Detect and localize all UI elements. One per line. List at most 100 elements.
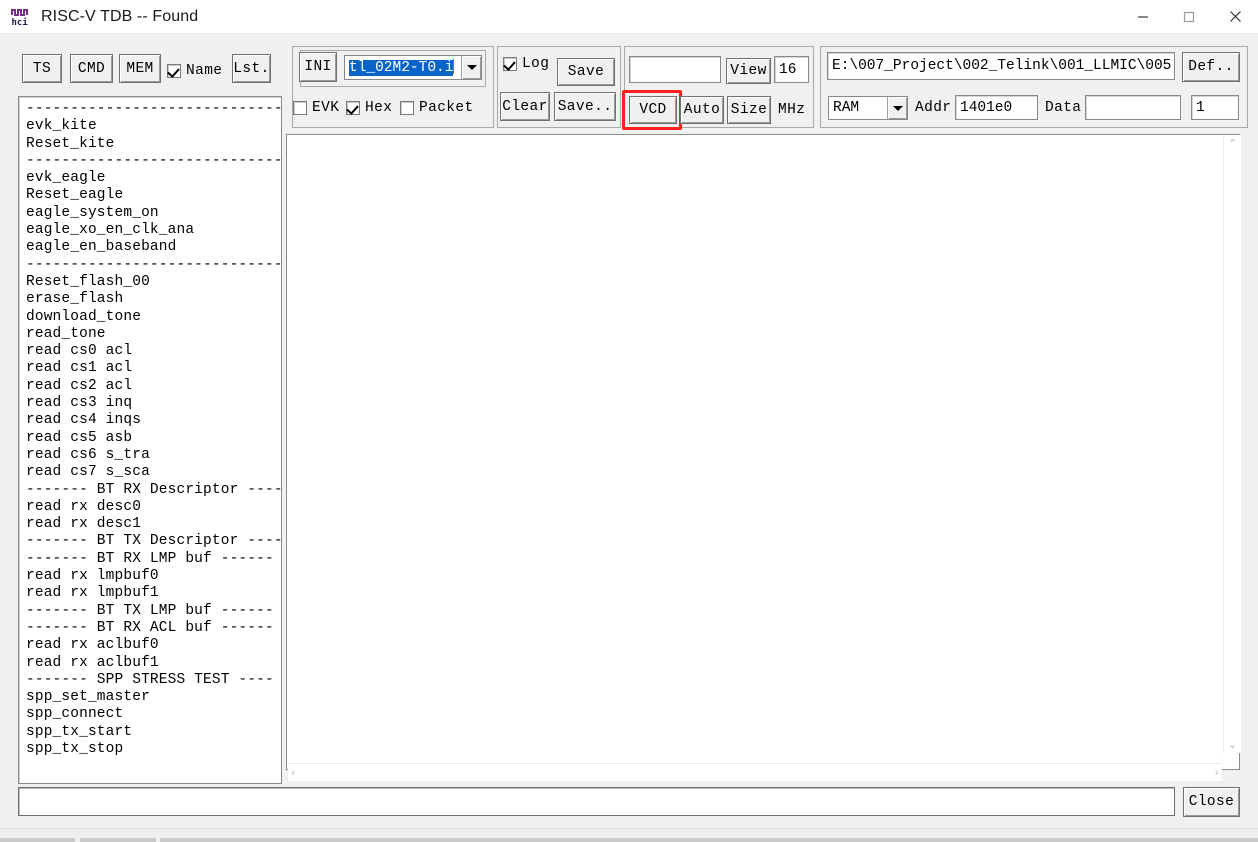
- list-item[interactable]: ------- SPP STRESS TEST ----: [26, 672, 281, 689]
- command-list[interactable]: ------------------------------evk_kiteRe…: [18, 96, 282, 784]
- list-item[interactable]: Reset_kite: [26, 136, 281, 153]
- chevron-down-icon[interactable]: [887, 97, 907, 119]
- maximize-button[interactable]: [1166, 0, 1212, 33]
- vcd-button[interactable]: VCD: [629, 96, 677, 124]
- list-item[interactable]: read rx lmpbuf0: [26, 568, 281, 585]
- output-horizontal-scrollbar[interactable]: ‹ ›: [288, 763, 1222, 781]
- def-button[interactable]: Def..: [1182, 52, 1240, 82]
- evk-checkbox[interactable]: [293, 101, 307, 115]
- auto-button[interactable]: Auto: [680, 96, 724, 124]
- list-item[interactable]: ------------------------------: [26, 153, 281, 170]
- list-item[interactable]: ------- BT RX LMP buf ------: [26, 551, 281, 568]
- scroll-up-icon[interactable]: ⌃: [1225, 135, 1240, 152]
- log-checkbox-label: Log: [522, 56, 549, 72]
- list-item[interactable]: spp_set_master: [26, 689, 281, 706]
- ini-file-combo[interactable]: tl_02M2-T0.i: [344, 55, 482, 80]
- project-path-input[interactable]: E:\007_Project\002_Telink\001_LLMIC\005: [827, 52, 1175, 80]
- list-item[interactable]: read cs3 inq: [26, 395, 281, 412]
- ini-button[interactable]: INI: [299, 52, 337, 82]
- list-item[interactable]: read cs2 acl: [26, 378, 281, 395]
- close-button-bottom[interactable]: Close: [1183, 787, 1240, 817]
- list-item[interactable]: read cs7 s_sca: [26, 464, 281, 481]
- list-item[interactable]: ------------------------------: [26, 257, 281, 274]
- taskbar-segment: [0, 838, 75, 842]
- chevron-down-icon[interactable]: [461, 56, 481, 79]
- list-item[interactable]: erase_flash: [26, 291, 281, 308]
- count-input[interactable]: 1: [1191, 95, 1239, 120]
- list-item[interactable]: ------- BT TX LMP buf ------: [26, 603, 281, 620]
- taskbar-segment: [80, 838, 156, 842]
- svg-text:hci: hci: [12, 17, 29, 28]
- vcd-input[interactable]: [629, 56, 721, 83]
- list-item[interactable]: read rx desc0: [26, 499, 281, 516]
- list-item[interactable]: ------------------------------: [26, 101, 281, 118]
- packet-checkbox[interactable]: [400, 101, 414, 115]
- list-item[interactable]: read_tone: [26, 326, 281, 343]
- ini-file-combo-value: tl_02M2-T0.i: [345, 59, 461, 75]
- lst-button[interactable]: Lst.: [232, 54, 271, 83]
- list-item[interactable]: read cs4 inqs: [26, 412, 281, 429]
- application-window: hci RISC-V TDB -- Found TS CMD MEM Name …: [0, 0, 1258, 842]
- list-item[interactable]: ------- BT RX ACL buf ------: [26, 620, 281, 637]
- data-label: Data: [1045, 100, 1081, 116]
- mem-button[interactable]: MEM: [119, 54, 161, 83]
- view-value-input[interactable]: 16: [774, 56, 809, 83]
- command-input[interactable]: [18, 787, 1175, 816]
- list-item[interactable]: Reset_eagle: [26, 187, 281, 204]
- list-item[interactable]: eagle_system_on: [26, 205, 281, 222]
- packet-checkbox-label: Packet: [419, 100, 474, 116]
- data-input[interactable]: [1085, 95, 1181, 120]
- memory-type-value: RAM: [829, 100, 887, 116]
- output-pane[interactable]: [286, 134, 1240, 770]
- title-bar: hci RISC-V TDB -- Found: [0, 0, 1258, 33]
- list-item[interactable]: ------- BT TX Descriptor ----: [26, 533, 281, 550]
- list-item[interactable]: spp_tx_start: [26, 724, 281, 741]
- minimize-button[interactable]: [1120, 0, 1166, 33]
- list-item[interactable]: read rx lmpbuf1: [26, 585, 281, 602]
- hex-checkbox[interactable]: [346, 101, 360, 115]
- list-item[interactable]: evk_eagle: [26, 170, 281, 187]
- addr-input[interactable]: 1401e0: [955, 95, 1038, 120]
- list-item[interactable]: eagle_xo_en_clk_ana: [26, 222, 281, 239]
- list-item[interactable]: spp_tx_stop: [26, 741, 281, 758]
- window-controls: [1120, 0, 1258, 33]
- evk-checkbox-label: EVK: [312, 100, 339, 116]
- log-clear-button[interactable]: Clear: [500, 92, 550, 121]
- title-bar-divider: [0, 33, 1258, 34]
- cmd-button[interactable]: CMD: [70, 54, 113, 83]
- list-item[interactable]: read cs0 acl: [26, 343, 281, 360]
- window-title: RISC-V TDB -- Found: [41, 8, 198, 26]
- list-item[interactable]: read cs6 s_tra: [26, 447, 281, 464]
- hex-checkbox-label: Hex: [365, 100, 392, 116]
- list-item[interactable]: read rx desc1: [26, 516, 281, 533]
- list-item[interactable]: ------- BT RX Descriptor ----: [26, 482, 281, 499]
- list-item[interactable]: eagle_en_baseband: [26, 239, 281, 256]
- taskbar: [0, 828, 1258, 842]
- list-item[interactable]: read cs1 acl: [26, 360, 281, 377]
- list-item[interactable]: read rx aclbuf0: [26, 637, 281, 654]
- ts-button[interactable]: TS: [22, 54, 62, 83]
- taskbar-segment: [160, 838, 1258, 842]
- log-checkbox[interactable]: [503, 57, 517, 71]
- list-item[interactable]: Reset_flash_00: [26, 274, 281, 291]
- memory-type-combo[interactable]: RAM: [828, 96, 908, 120]
- list-item[interactable]: read cs5 asb: [26, 430, 281, 447]
- log-save-as-button[interactable]: Save..: [554, 92, 616, 121]
- scroll-left-icon[interactable]: ‹: [288, 764, 298, 781]
- name-checkbox[interactable]: [167, 64, 181, 78]
- list-item[interactable]: spp_connect: [26, 706, 281, 723]
- scroll-down-icon[interactable]: ⌄: [1225, 736, 1240, 753]
- output-vertical-scrollbar[interactable]: ⌃ ⌄: [1223, 135, 1241, 753]
- name-checkbox-label: Name: [186, 63, 222, 79]
- scroll-right-icon[interactable]: ›: [1212, 764, 1222, 781]
- list-item[interactable]: evk_kite: [26, 118, 281, 135]
- size-button[interactable]: Size: [727, 96, 771, 124]
- list-item[interactable]: download_tone: [26, 309, 281, 326]
- list-item[interactable]: read rx aclbuf1: [26, 655, 281, 672]
- addr-label: Addr: [915, 100, 951, 116]
- view-button[interactable]: View: [726, 58, 771, 84]
- log-save-button[interactable]: Save: [557, 58, 615, 86]
- close-button[interactable]: [1212, 0, 1258, 33]
- mhz-label: MHz: [778, 102, 805, 118]
- hci-waveform-icon: hci: [10, 6, 32, 28]
